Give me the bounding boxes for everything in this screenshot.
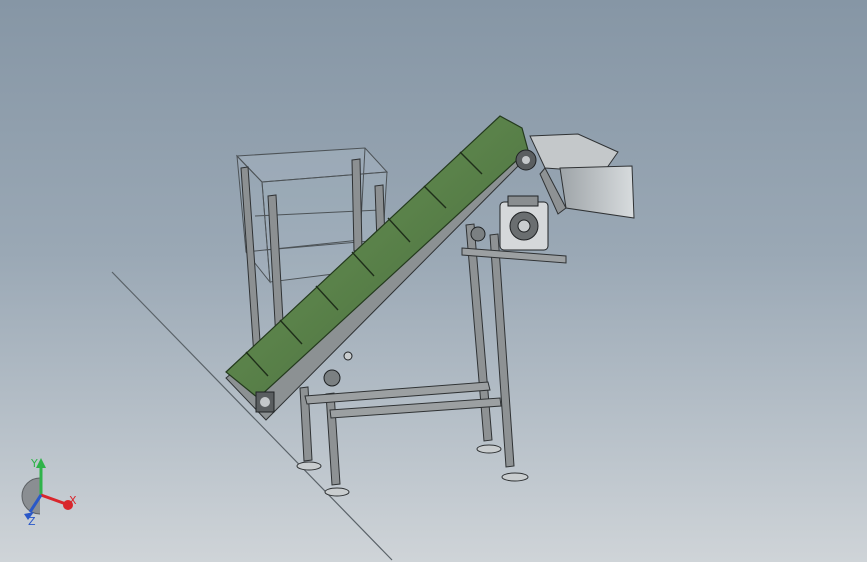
graphics-viewport[interactable]: Y X Z <box>0 0 867 562</box>
coordinate-triad: Y X Z <box>18 452 88 532</box>
axis-label-z: Z <box>28 515 36 528</box>
x-axis-arrow <box>40 493 67 506</box>
head-pulley <box>515 149 537 171</box>
axis-label-y: Y <box>31 457 38 470</box>
axis-label-x: X <box>69 494 77 507</box>
cad-model-scene[interactable] <box>0 0 867 562</box>
gear-motor[interactable] <box>499 195 549 251</box>
tail-pulley <box>255 391 275 413</box>
